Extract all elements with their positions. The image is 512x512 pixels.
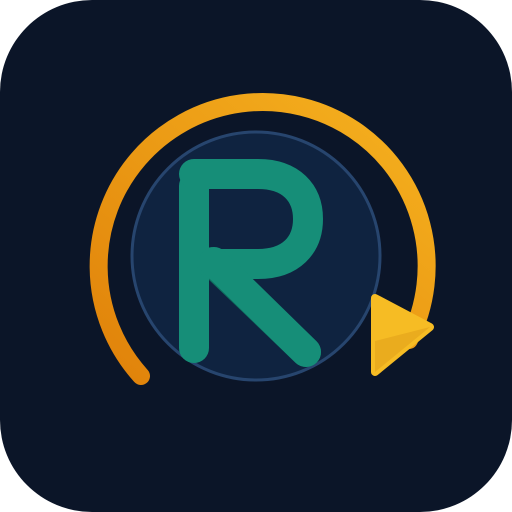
app-icon[interactable]	[0, 0, 512, 512]
app-icon-graphic	[0, 0, 512, 512]
